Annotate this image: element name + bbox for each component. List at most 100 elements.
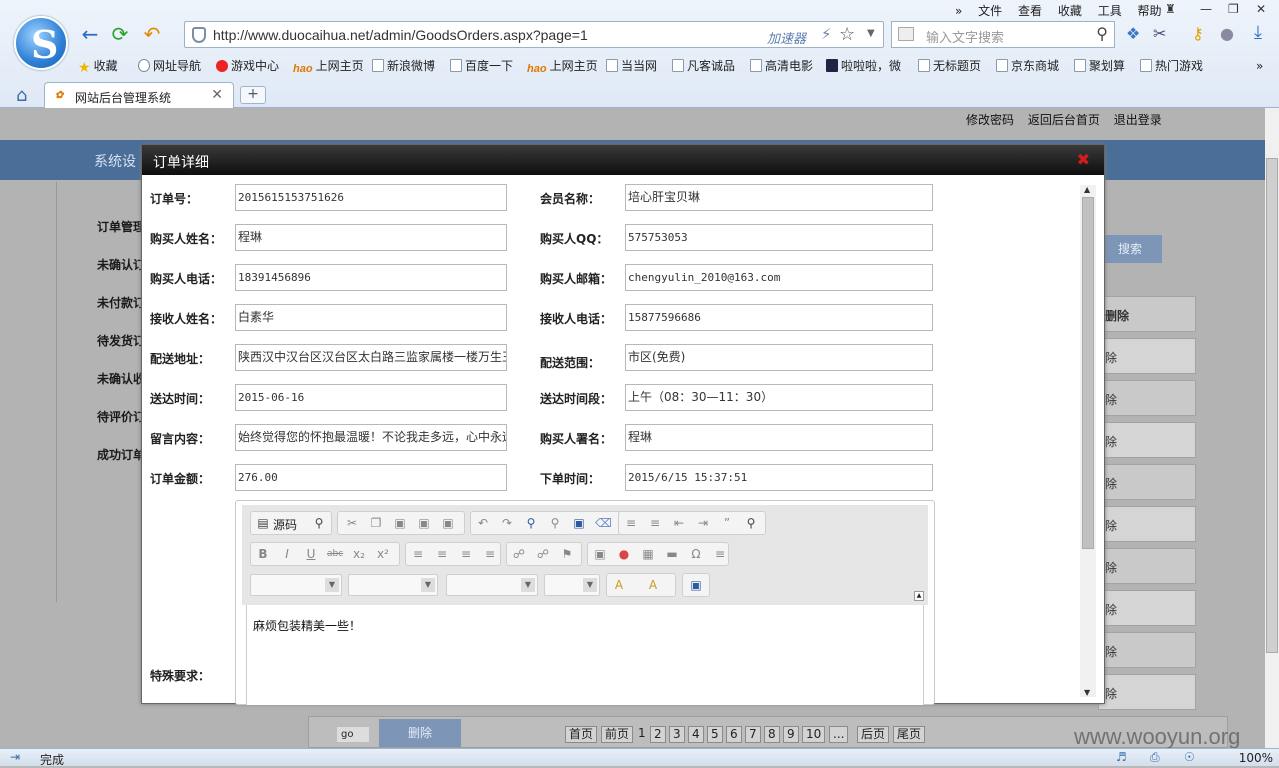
buyer-email-field[interactable]: chengyulin_2010@163.com (625, 264, 933, 291)
pager-prev[interactable]: 前页 (601, 726, 634, 743)
fav-item[interactable]: 热门游戏 (1140, 57, 1203, 77)
undo-icon[interactable]: ↶ (475, 515, 491, 531)
pager-page[interactable]: 2 (650, 726, 666, 743)
copy-icon[interactable]: ❐ (368, 515, 384, 531)
unlink-icon[interactable]: ☍ (535, 546, 551, 562)
message-field[interactable]: 始终觉得您的怀抱最温暖！不论我走多远，心中永远 (235, 424, 507, 451)
sidebar-item-success[interactable]: 成功订单 (97, 446, 145, 463)
fav-item[interactable]: hao 上网主页 (527, 57, 598, 77)
eraser-icon[interactable]: ⌫ (595, 515, 612, 531)
pager-page[interactable]: 6 (726, 726, 742, 743)
delete-link[interactable]: 除 (1105, 475, 1117, 492)
home-icon[interactable]: ⌂ (16, 85, 27, 106)
delete-link[interactable]: 除 (1105, 391, 1117, 408)
sidebar-item-to-review[interactable]: 待评价订 (97, 408, 145, 425)
sidebar-item-unpaid[interactable]: 未付款订 (97, 294, 145, 311)
align-left-icon[interactable]: ≡ (410, 546, 426, 562)
dialog-scrollbar[interactable]: ▲ ▼ (1080, 185, 1096, 697)
quote-icon[interactable]: ” (719, 515, 735, 531)
paste-text-icon[interactable]: ▣ (416, 515, 432, 531)
fav-item[interactable]: 啦啦啦，微 (826, 57, 901, 77)
scroll-down-icon[interactable]: ▼ (1084, 688, 1090, 697)
go-input[interactable]: go (337, 727, 369, 742)
indent-icon[interactable]: ⇥ (695, 515, 711, 531)
download-icon[interactable]: ⤓ (1254, 22, 1262, 43)
sidebar-item-orders[interactable]: 订单管理 (97, 218, 145, 235)
hr-icon[interactable]: ▬ (664, 546, 680, 562)
pager-next[interactable]: 后页 (857, 726, 890, 743)
pager-ellipsis[interactable]: ... (829, 726, 849, 743)
scroll-thumb[interactable] (1082, 197, 1094, 549)
print-icon[interactable]: ⎙ (1150, 750, 1160, 765)
strike-icon[interactable]: abc (327, 546, 343, 562)
scroll-up-icon[interactable]: ▲ (1084, 185, 1090, 194)
close-window-icon[interactable]: ✕ (1256, 2, 1266, 16)
back-icon[interactable]: ← (78, 22, 102, 46)
cut-icon[interactable]: ✂ (344, 515, 360, 531)
font-select[interactable]: ▼ (446, 574, 538, 596)
skin-icon[interactable]: ♜ (1165, 2, 1176, 16)
delivery-range-field[interactable]: 市区(免费) (625, 344, 933, 371)
page-break-icon[interactable]: ≡ (712, 546, 728, 562)
page-scrollbar[interactable] (1265, 108, 1279, 748)
buyer-phone-field[interactable]: 18391456896 (235, 264, 507, 291)
zoom-level[interactable]: 100% (1239, 751, 1273, 765)
link-icon[interactable]: ☍ (511, 546, 527, 562)
minimize-icon[interactable]: — (1200, 2, 1212, 16)
search-box[interactable]: 输入文字搜索 ⚲ (891, 21, 1115, 48)
fav-item[interactable]: 游戏中心 (216, 57, 279, 77)
fav-item[interactable]: 百度一下 (450, 57, 513, 77)
undo-icon[interactable]: ↶ (140, 22, 164, 46)
style-select[interactable]: ▼ (250, 574, 342, 596)
bullet-list-icon[interactable]: ≡ (647, 515, 663, 531)
paste-word-icon[interactable]: ▣ (440, 515, 456, 531)
bolt-icon[interactable]: ⚡ (821, 25, 832, 43)
pager-page[interactable]: 8 (764, 726, 780, 743)
menu-file[interactable]: 文件 (978, 4, 1002, 18)
order-time-field[interactable]: 2015/6/15 15:37:51 (625, 464, 933, 491)
italic-icon[interactable]: I (279, 546, 295, 562)
search-button[interactable]: 搜索 (1098, 235, 1162, 263)
find-icon[interactable]: ⚲ (523, 515, 539, 531)
scissors-icon[interactable]: ✂ (1153, 24, 1166, 43)
subscript-icon[interactable]: x₂ (351, 546, 367, 562)
refresh-icon[interactable]: ⟳ (108, 22, 132, 46)
delete-link[interactable]: 除 (1105, 433, 1117, 450)
delete-link[interactable]: 除 (1105, 685, 1117, 702)
editor-content[interactable]: 麻烦包装精美一些！ (246, 605, 924, 705)
search-input[interactable]: 输入文字搜索 (926, 27, 1004, 46)
restore-icon[interactable]: ❐ (1228, 2, 1239, 16)
pager-page[interactable]: 7 (745, 726, 761, 743)
delete-link[interactable]: 除 (1105, 349, 1117, 366)
volume-icon[interactable]: ♬ (1116, 750, 1127, 764)
extension-icon[interactable]: ❖ (1126, 24, 1140, 43)
pager-page[interactable]: 5 (707, 726, 723, 743)
sidebar-toggle-icon[interactable]: ⇥ (10, 750, 20, 764)
redo-icon[interactable]: ↷ (499, 515, 515, 531)
div-container-icon[interactable]: ⚲ (743, 515, 759, 531)
pager-page[interactable]: 10 (802, 726, 826, 743)
delete-link[interactable]: 除 (1105, 559, 1117, 576)
back-home-link[interactable]: 返回后台首页 (1028, 113, 1100, 127)
maximize-icon[interactable]: ▣ (688, 577, 704, 593)
select-all-icon[interactable]: ▣ (571, 515, 587, 531)
search-icon[interactable]: ⚲ (1096, 24, 1108, 43)
order-no-field[interactable]: 2015615153751626 (235, 184, 507, 211)
change-password-link[interactable]: 修改密码 (966, 113, 1014, 127)
source-button[interactable]: 源码 (273, 516, 297, 533)
fav-item[interactable]: 凡客诚品 (672, 57, 735, 77)
logout-link[interactable]: 退出登录 (1114, 113, 1162, 127)
bold-icon[interactable]: B (255, 546, 271, 562)
buyer-qq-field[interactable]: 575753053 (625, 224, 933, 251)
delete-button[interactable]: 删除 (379, 719, 461, 747)
member-name-field[interactable]: 培心肝宝贝琳 (625, 184, 933, 211)
source-icon[interactable]: ▤ (255, 515, 271, 531)
ordered-list-icon[interactable]: ≡ (623, 515, 639, 531)
close-icon[interactable]: ✕ (211, 87, 223, 103)
fav-item[interactable]: 网址导航 (138, 57, 201, 77)
table-icon[interactable]: ▦ (640, 546, 656, 562)
text-color-icon[interactable]: A (611, 577, 627, 593)
size-select[interactable]: ▼ (544, 574, 600, 596)
format-select[interactable]: ▼ (348, 574, 438, 596)
preview-icon[interactable]: ⚲ (311, 515, 327, 531)
